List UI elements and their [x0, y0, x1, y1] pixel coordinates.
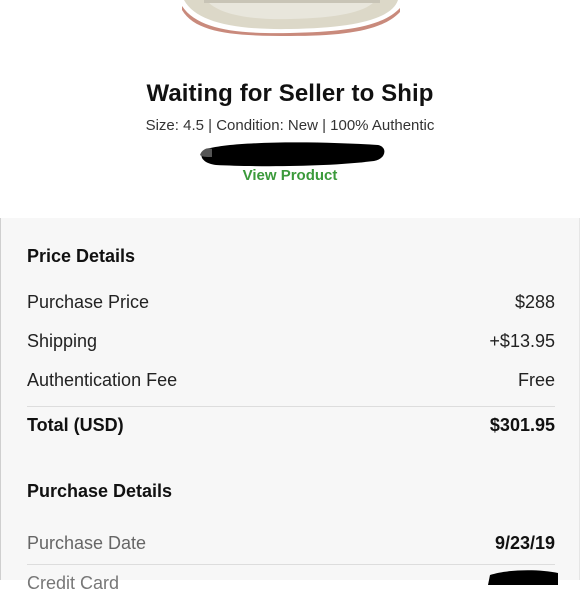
authentication-fee-value: Free	[517, 370, 555, 390]
view-product-link[interactable]: View Product	[0, 167, 580, 184]
purchase-price-label: Purchase Price	[27, 292, 150, 312]
purchase-date-row: Purchase Date 9/23/19	[27, 533, 555, 557]
product-meta: Size: 4.5 | Condition: New | 100% Authen…	[145, 117, 435, 134]
order-header: Waiting for Seller to Ship Size: 4.5 | C…	[0, 0, 580, 218]
redacted-text	[200, 142, 385, 167]
purchase-price-value: $288	[514, 292, 555, 312]
total-row: Total (USD) $301.95	[27, 415, 555, 439]
authentication-fee-label: Authentication Fee	[27, 370, 178, 390]
price-details-heading: Price Details	[27, 246, 136, 266]
order-status-title: Waiting for Seller to Ship	[146, 80, 434, 107]
redacted-card-number	[488, 570, 558, 585]
credit-card-row: Credit Card	[27, 573, 555, 597]
total-label: Total (USD)	[27, 415, 124, 435]
shipping-value: +$13.95	[489, 331, 555, 351]
total-value: $301.95	[489, 415, 555, 435]
purchase-price-row: Purchase Price $288	[27, 292, 555, 316]
total-divider	[27, 406, 555, 407]
purchase-date-value: 9/23/19	[494, 533, 555, 553]
details-panel: Price Details Purchase Price $288 Shippi…	[1, 218, 579, 593]
product-image	[182, 0, 400, 36]
purchase-details-heading: Purchase Details	[27, 481, 173, 501]
shipping-label: Shipping	[27, 331, 98, 351]
purchase-date-divider	[27, 564, 555, 565]
authentication-fee-row: Authentication Fee Free	[27, 370, 555, 394]
credit-card-label: Credit Card	[27, 573, 120, 593]
shipping-row: Shipping +$13.95	[27, 331, 555, 355]
purchase-date-label: Purchase Date	[27, 533, 147, 553]
